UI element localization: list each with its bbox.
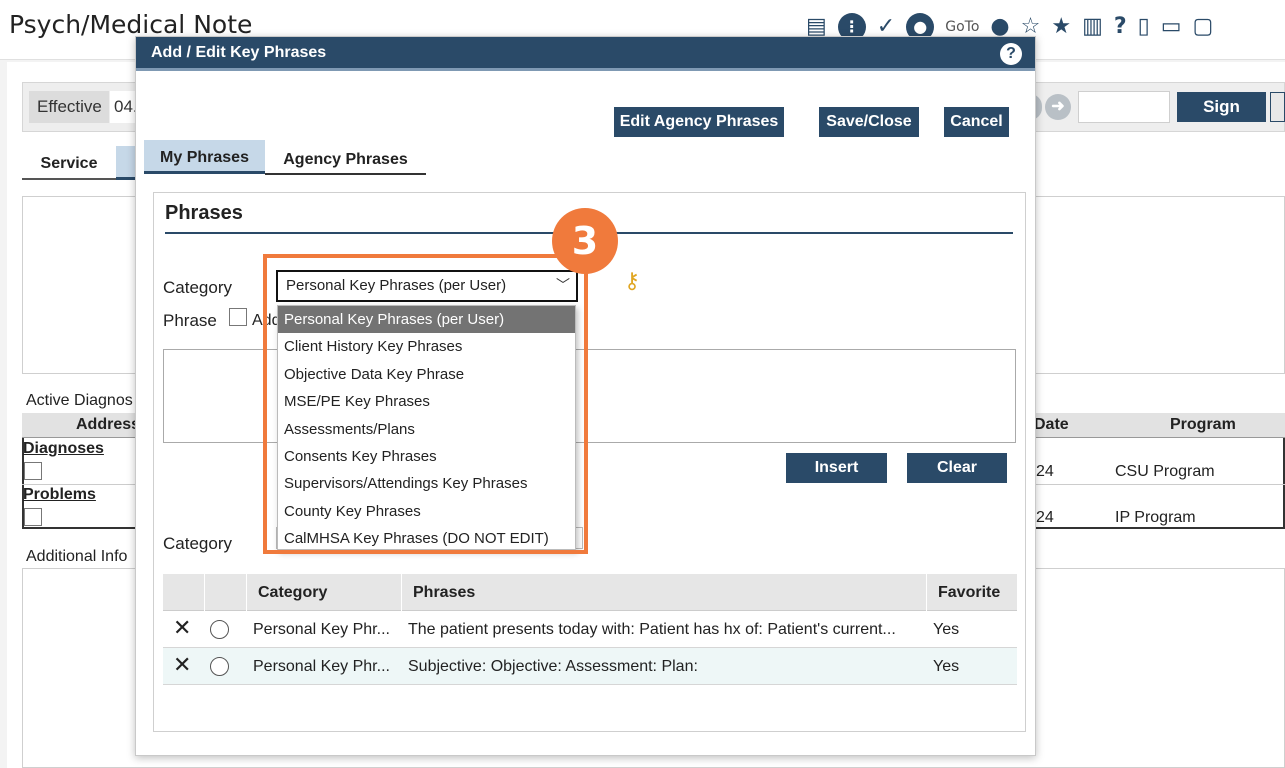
category-label: Category <box>163 278 232 297</box>
row-phrase: Subjective: Objective: Assessment: Plan: <box>408 658 698 675</box>
edit-agency-phrases-button[interactable]: Edit Agency Phrases <box>614 107 784 137</box>
grid-header: Category Phrases Favorite <box>163 574 1017 611</box>
header-address: Address <box>76 416 141 433</box>
diagnoses-checkbox[interactable] <box>24 462 42 480</box>
row-date: 24 <box>1036 509 1054 526</box>
active-diagnoses-heading: Active Diagnos <box>26 392 133 409</box>
delete-icon[interactable]: ✕ <box>173 654 191 678</box>
sign-button[interactable]: Sign <box>1177 92 1266 122</box>
table-row: ✕ Personal Key Phr... The patient presen… <box>163 611 1017 648</box>
annotation-highlight-box <box>263 254 588 554</box>
header-category[interactable]: Category <box>247 574 402 611</box>
save-close-button[interactable]: Save/Close <box>819 107 919 137</box>
problems-link[interactable]: Problems <box>23 486 96 504</box>
help-icon[interactable]: ? <box>1114 10 1127 44</box>
row-radio[interactable] <box>210 657 229 676</box>
table-row: ✕ Personal Key Phr... Subjective: Object… <box>163 648 1017 685</box>
header-phrases[interactable]: Phrases <box>402 574 927 611</box>
modal-title: Add / Edit Key Phrases <box>151 44 327 61</box>
row-date: 24 <box>1036 463 1054 480</box>
phrase-checkbox[interactable] <box>229 308 247 326</box>
sign-input[interactable] <box>1078 91 1170 123</box>
trash-icon[interactable]: ▯ <box>1138 10 1150 44</box>
star-icon[interactable]: ★ <box>1051 10 1071 44</box>
delete-icon[interactable]: ✕ <box>173 617 191 641</box>
header-date: Date <box>1034 416 1069 433</box>
row-category: Personal Key Phr... <box>253 658 390 675</box>
row-program: IP Program <box>1115 509 1196 526</box>
phrase-label: Phrase <box>163 311 217 330</box>
lower-category-label: Category <box>163 534 232 553</box>
additional-info-heading: Additional Info <box>26 548 128 565</box>
header-select <box>205 574 247 611</box>
tab-agency-phrases[interactable]: Agency Phrases <box>265 140 426 175</box>
header-delete <box>163 574 205 611</box>
tab-active-partial[interactable] <box>116 146 136 180</box>
insert-button[interactable]: Insert <box>786 453 887 483</box>
cancel-button[interactable]: Cancel <box>944 107 1009 137</box>
effective-label: Effective <box>29 91 109 123</box>
header-program: Program <box>1170 416 1236 433</box>
diagnoses-link[interactable]: Diagnoses <box>23 440 104 458</box>
page-title: Psych/Medical Note <box>9 10 253 39</box>
sign-options-button[interactable] <box>1270 92 1285 122</box>
help-icon[interactable]: ? <box>1000 43 1022 65</box>
clear-button[interactable]: Clear <box>907 453 1007 483</box>
book-icon[interactable]: ▥ <box>1082 10 1103 44</box>
modal-header: Add / Edit Key Phrases ? <box>136 37 1035 71</box>
new-document-icon[interactable]: ▢ <box>1193 10 1214 44</box>
row-phrase: The patient presents today with: Patient… <box>408 621 896 638</box>
print-icon[interactable]: ▭ <box>1161 10 1182 44</box>
row-radio[interactable] <box>210 620 229 639</box>
tab-my-phrases[interactable]: My Phrases <box>144 140 265 174</box>
step-badge: 3 <box>552 208 618 274</box>
header-favorite[interactable]: Favorite <box>927 574 1017 611</box>
phrases-heading: Phrases <box>165 202 243 224</box>
row-favorite: Yes <box>933 658 960 675</box>
row-favorite: Yes <box>933 621 960 638</box>
row-category: Personal Key Phr... <box>253 621 390 638</box>
row-program: CSU Program <box>1115 463 1215 480</box>
key-icon[interactable]: ⚷ <box>624 268 640 294</box>
next-arrow-icon[interactable]: ➜ <box>1045 94 1071 120</box>
problems-checkbox[interactable] <box>24 508 42 526</box>
tab-service[interactable]: Service <box>22 146 116 180</box>
